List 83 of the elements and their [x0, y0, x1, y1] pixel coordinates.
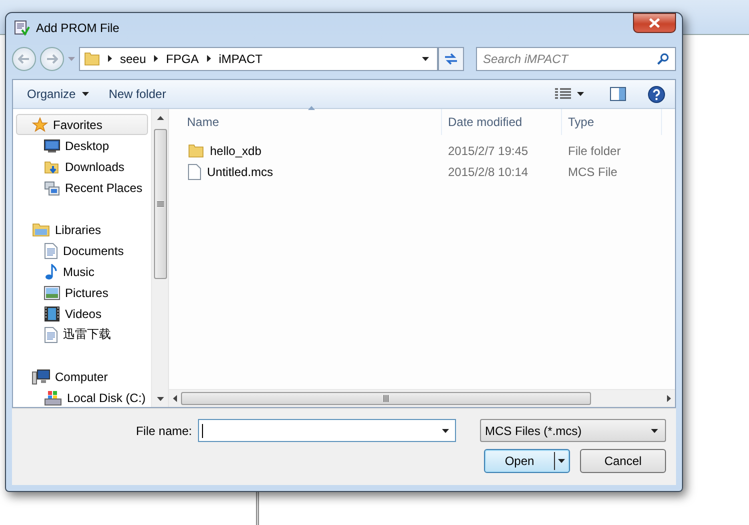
file-icon: [188, 164, 201, 180]
search-field[interactable]: Search iMPACT: [476, 46, 676, 70]
nav-item[interactable]: Desktop: [16, 135, 148, 156]
nav-item[interactable]: Videos: [16, 303, 148, 324]
file-name-label: File name:: [136, 424, 192, 438]
music-note-icon: [44, 264, 58, 280]
help-button[interactable]: [646, 84, 667, 104]
nav-item[interactable]: Music: [16, 261, 148, 282]
folder-icon: [84, 52, 100, 66]
dropdown-caret-icon: [422, 56, 429, 60]
type-cell-text: MCS File: [567, 164, 618, 178]
nav-item[interactable]: Pictures: [16, 282, 148, 303]
dropdown-caret-icon: [442, 428, 449, 432]
nav-item[interactable]: Recent Places: [16, 177, 148, 198]
arrow-right-icon: [46, 54, 58, 64]
document-icon: [44, 242, 58, 258]
help-icon: [648, 86, 665, 102]
caret-icon: [82, 92, 89, 96]
close-button[interactable]: [633, 13, 676, 33]
address-bar[interactable]: seeu FPGA iMPACT: [79, 46, 438, 70]
folder-arrow-icon: [44, 158, 60, 174]
breadcrumb-item[interactable]: FPGA: [166, 52, 199, 66]
recent-places-icon: [44, 180, 60, 196]
monitor-icon: [44, 138, 60, 152]
star-icon: [32, 116, 48, 132]
chevron-right-icon: [154, 55, 158, 62]
refresh-arrows-icon: [444, 52, 458, 64]
nav-item[interactable]: Local Disk (C:): [16, 387, 148, 407]
nav-group-item[interactable]: Favorites: [16, 114, 148, 135]
preview-pane-button[interactable]: [608, 85, 628, 103]
file-type-dropdown[interactable]: MCS Files (*.mcs): [480, 419, 666, 442]
breadcrumb-item[interactable]: seeu: [120, 52, 146, 66]
scroll-right-arrow-icon: [667, 395, 671, 402]
library-icon: [32, 222, 50, 237]
caret-icon: [68, 56, 75, 60]
list-view-icon: [555, 88, 571, 100]
grip-icon: [383, 395, 389, 402]
grip-icon: [156, 201, 164, 207]
vertical-scrollbar[interactable]: [151, 109, 168, 407]
document-icon: [44, 326, 58, 342]
chevron-right-icon: [206, 55, 211, 62]
back-button[interactable]: [12, 46, 36, 70]
computer-icon: [32, 368, 50, 384]
horizontal-scrollbar[interactable]: [169, 389, 675, 407]
chevron-right-icon: [108, 55, 112, 62]
film-strip-icon: [44, 306, 60, 322]
file-name-field[interactable]: [198, 419, 456, 442]
arrow-left-icon: [18, 54, 30, 64]
toolbar-button[interactable]: New folder: [102, 84, 172, 104]
column-header[interactable]: Name: [169, 109, 442, 135]
column-header[interactable]: Date modified: [442, 109, 562, 135]
scroll-left-arrow-icon: [173, 395, 177, 402]
search-icon: [657, 52, 669, 64]
refresh-button[interactable]: [438, 46, 464, 70]
nav-group-item[interactable]: Computer: [16, 366, 148, 387]
date-cell-text: 2015/2/7 19:45: [447, 144, 530, 158]
organize-menu-button[interactable]: Organize: [21, 84, 95, 104]
scroll-down-arrow-icon: [156, 396, 164, 400]
type-cell-text: File folder: [567, 144, 622, 158]
open-split-button[interactable]: Open: [484, 449, 570, 473]
date-cell-text: 2015/2/8 10:14: [447, 164, 530, 178]
nav-item[interactable]: Documents: [16, 240, 148, 261]
file-name-cell[interactable]: Untitled.mcs: [207, 164, 274, 178]
file-name-cell[interactable]: hello_xdb: [210, 144, 262, 158]
cancel-button[interactable]: Cancel: [580, 449, 666, 473]
column-header[interactable]: Type: [562, 109, 662, 135]
picture-icon: [44, 286, 60, 300]
nav-item[interactable]: 迅雷下载: [16, 324, 148, 345]
folder-icon: [188, 144, 204, 158]
caret-icon: [558, 459, 565, 463]
sort-arrow-icon: [308, 106, 315, 110]
disk-drive-icon: [44, 390, 62, 406]
preview-pane-icon: [610, 87, 626, 101]
close-icon: [649, 18, 660, 28]
breadcrumb-item[interactable]: iMPACT: [218, 52, 262, 66]
caret-icon: [651, 428, 658, 432]
nav-group-item[interactable]: Libraries: [16, 219, 148, 240]
scroll-up-arrow-icon: [156, 116, 164, 120]
nav-item[interactable]: Downloads: [16, 156, 148, 177]
window-title: Add PROM File: [36, 21, 120, 35]
caret-icon: [577, 92, 584, 96]
forward-button[interactable]: [40, 46, 64, 70]
dialog-app-icon: [14, 20, 30, 36]
